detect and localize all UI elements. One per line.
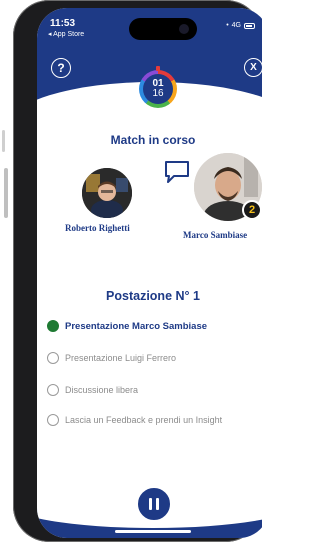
station-title: Postazione N° 1 [106, 289, 200, 303]
step-item[interactable]: Lascia un Feedback e prendi un Insight [47, 414, 222, 426]
avatar-left-photo [82, 168, 132, 218]
close-button[interactable]: X [244, 58, 262, 77]
stage: 11:53 ◂ App Store • 4G ? X 01 16 Match i… [0, 0, 262, 542]
phone-frame: 11:53 ◂ App Store • 4G ? X 01 16 Match i… [13, 0, 262, 542]
timer-knob [156, 66, 160, 71]
timer-display: 01 16 [143, 74, 173, 104]
match-title: Match in corso [110, 133, 196, 147]
back-to-app-store[interactable]: ◂ App Store [48, 30, 84, 38]
pause-icon [156, 498, 159, 510]
dynamic-island [129, 18, 197, 40]
pause-icon [149, 498, 152, 510]
battery-icon [244, 22, 255, 29]
step-label: Presentazione Marco Sambiase [65, 320, 208, 332]
timer-seconds: 16 [152, 88, 164, 99]
status-time: 11:53 [50, 18, 76, 29]
match-timer: 01 16 [139, 66, 177, 108]
radio-empty-icon [47, 414, 59, 426]
avatar-left [82, 168, 132, 218]
participant-badge: 2 [242, 200, 262, 220]
participant-left-name: Roberto Righetti [65, 223, 130, 233]
step-item[interactable]: Discussione libera [47, 384, 138, 396]
pause-button[interactable] [136, 486, 172, 522]
step-label: Discussione libera [65, 385, 139, 395]
step-item[interactable]: Presentazione Luigi Ferrero [47, 352, 176, 364]
help-button[interactable]: ? [51, 58, 71, 78]
radio-empty-icon [47, 384, 59, 396]
signal-icon: • [226, 22, 229, 29]
close-circle-icon: X [250, 62, 257, 73]
step-label: Lascia un Feedback e prendi un Insight [65, 415, 223, 425]
chat-bubble-icon [165, 161, 189, 183]
status-indicators: • 4G [226, 22, 255, 29]
radio-empty-icon [47, 352, 59, 364]
camera-icon [179, 24, 189, 34]
step-item[interactable]: Presentazione Marco Sambiase [47, 320, 207, 332]
device-side-button [4, 168, 8, 218]
home-indicator[interactable] [115, 530, 191, 533]
device-side-button [2, 130, 5, 152]
radio-selected-icon [47, 320, 59, 332]
app-screen: 11:53 ◂ App Store • 4G ? X 01 16 Match i… [37, 8, 262, 538]
step-label: Presentazione Luigi Ferrero [65, 353, 177, 363]
participant-right-name: Marco Sambiase [183, 230, 248, 240]
question-circle-icon: ? [57, 61, 65, 75]
network-label: 4G [231, 22, 241, 29]
